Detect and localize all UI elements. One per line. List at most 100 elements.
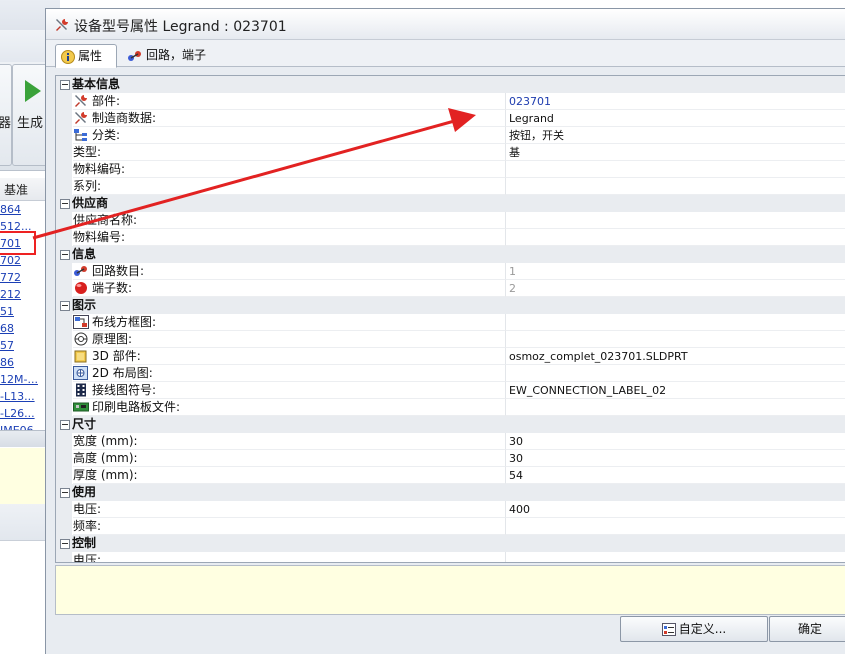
property-name-label: 厚度 (mm): xyxy=(73,468,138,482)
category-header[interactable]: 信息 xyxy=(56,246,845,263)
tools-icon xyxy=(75,95,87,107)
property-row[interactable]: 制造商数据: Legrand xyxy=(56,110,845,127)
tab-circuits-terminals[interactable]: 回路，端子 xyxy=(122,44,206,66)
category-header[interactable]: 使用 xyxy=(56,484,845,501)
collapse-toggle-icon[interactable] xyxy=(60,488,70,498)
property-row[interactable]: 电压: 400 xyxy=(56,501,845,518)
customize-icon xyxy=(661,623,676,636)
property-row[interactable]: 分类: 按钮，开关 xyxy=(56,127,845,144)
property-name-label: 3D 部件: xyxy=(92,349,141,363)
collapse-toggle-icon[interactable] xyxy=(60,199,70,209)
property-row[interactable]: 印刷电路板文件: xyxy=(56,399,845,416)
row-gutter xyxy=(56,552,72,562)
property-name-label: 分类: xyxy=(92,128,121,142)
property-value[interactable] xyxy=(506,178,845,195)
property-value[interactable]: EW_CONNECTION_LABEL_02 xyxy=(506,382,845,399)
property-row[interactable]: 频率: xyxy=(56,518,845,535)
property-row[interactable]: 布线方框图: xyxy=(56,314,845,331)
property-name-label: 类型: xyxy=(73,145,102,159)
row-gutter xyxy=(56,433,72,450)
property-row[interactable]: 系列: xyxy=(56,178,845,195)
property-row[interactable]: 回路数目: 1 xyxy=(56,263,845,280)
row-gutter xyxy=(56,93,72,110)
property-row[interactable]: 接线图符号: EW_CONNECTION_LABEL_02 xyxy=(56,382,845,399)
property-row[interactable]: 宽度 (mm): 30 xyxy=(56,433,845,450)
property-value[interactable] xyxy=(506,314,845,331)
customize-button-label: 自定义... xyxy=(678,622,727,636)
property-row[interactable]: 端子数: 2 xyxy=(56,280,845,297)
category-header[interactable]: 供应商 xyxy=(56,195,845,212)
property-value[interactable]: 30 xyxy=(506,450,845,467)
property-name: 部件: xyxy=(73,93,506,110)
property-name: 3D 部件: xyxy=(73,348,506,365)
property-row[interactable]: 部件: 023701 xyxy=(56,93,845,110)
collapse-toggle-icon[interactable] xyxy=(60,250,70,260)
collapse-toggle-icon[interactable] xyxy=(60,301,70,311)
block-diagram-icon xyxy=(73,315,89,329)
red-ball-icon xyxy=(75,282,87,294)
property-value[interactable]: 1 xyxy=(506,263,845,280)
property-row[interactable]: 原理图: xyxy=(56,331,845,348)
property-value[interactable] xyxy=(506,212,845,229)
property-value[interactable]: 2 xyxy=(506,280,845,297)
row-gutter xyxy=(56,127,72,144)
row-gutter xyxy=(56,348,72,365)
property-row[interactable]: 物料编码: xyxy=(56,161,845,178)
property-row[interactable]: 类型: 基 xyxy=(56,144,845,161)
category-header[interactable]: 基本信息 xyxy=(56,76,845,93)
customize-button[interactable]: 自定义... xyxy=(620,616,768,642)
category-header[interactable]: 尺寸 xyxy=(56,416,845,433)
ok-button-label: 确定 xyxy=(797,622,822,636)
category-header[interactable]: 图示 xyxy=(56,297,845,314)
generate-label: 生成 xyxy=(17,116,44,131)
property-name-label: 物料编码: xyxy=(73,162,126,176)
property-name: 宽度 (mm): xyxy=(73,433,506,450)
property-value[interactable]: 30 xyxy=(506,433,845,450)
property-value[interactable] xyxy=(506,399,845,416)
property-value[interactable]: 按钮，开关 xyxy=(506,127,845,144)
property-row[interactable]: 3D 部件: osmoz_complet_023701.SLDPRT xyxy=(56,348,845,365)
property-name: 制造商数据: xyxy=(73,110,506,127)
category-label: 图示 xyxy=(72,298,97,312)
property-name: 电压: xyxy=(73,501,506,518)
property-row[interactable]: 物料编号: xyxy=(56,229,845,246)
tab-properties[interactable]: 属性 xyxy=(55,44,117,68)
property-name: 类型: xyxy=(73,144,506,161)
collapse-toggle-icon[interactable] xyxy=(60,80,70,90)
property-value[interactable]: 基 xyxy=(506,144,845,161)
highlight-box xyxy=(0,231,36,255)
property-value[interactable] xyxy=(506,365,845,382)
property-value[interactable] xyxy=(506,552,845,562)
property-row[interactable]: 高度 (mm): 30 xyxy=(56,450,845,467)
property-value[interactable] xyxy=(506,229,845,246)
cube-3d-icon xyxy=(74,350,87,363)
property-value[interactable]: 023701 xyxy=(506,93,845,110)
info-icon xyxy=(61,49,75,64)
property-value[interactable]: Legrand xyxy=(506,110,845,127)
property-name-label: 接线图符号: xyxy=(92,383,157,397)
property-name-label: 高度 (mm): xyxy=(73,451,138,465)
property-row[interactable]: 电压: xyxy=(56,552,845,562)
property-value[interactable]: osmoz_complet_023701.SLDPRT xyxy=(506,348,845,365)
property-row[interactable]: 供应商名称: xyxy=(56,212,845,229)
property-name-label: 部件: xyxy=(92,94,121,108)
property-name-label: 系列: xyxy=(73,179,102,193)
collapse-toggle-icon[interactable] xyxy=(60,539,70,549)
property-value[interactable] xyxy=(506,331,845,348)
property-value[interactable] xyxy=(506,161,845,178)
property-description-panel xyxy=(55,565,845,615)
row-gutter xyxy=(56,229,72,246)
property-value[interactable] xyxy=(506,518,845,535)
property-row[interactable]: 厚度 (mm): 54 xyxy=(56,467,845,484)
property-name: 高度 (mm): xyxy=(73,450,506,467)
ok-button[interactable]: 确定 xyxy=(769,616,845,642)
category-header[interactable]: 控制 xyxy=(56,535,845,552)
property-row[interactable]: 2D 布局图: xyxy=(56,365,845,382)
collapse-toggle-icon[interactable] xyxy=(60,420,70,430)
property-value[interactable]: 54 xyxy=(506,467,845,484)
property-name: 印刷电路板文件: xyxy=(73,399,506,416)
dialog-titlebar[interactable]: 设备型号属性 Legrand : 023701 xyxy=(46,9,845,40)
category-label: 使用 xyxy=(72,485,97,499)
property-value[interactable]: 400 xyxy=(506,501,845,518)
property-name: 接线图符号: xyxy=(73,382,506,399)
